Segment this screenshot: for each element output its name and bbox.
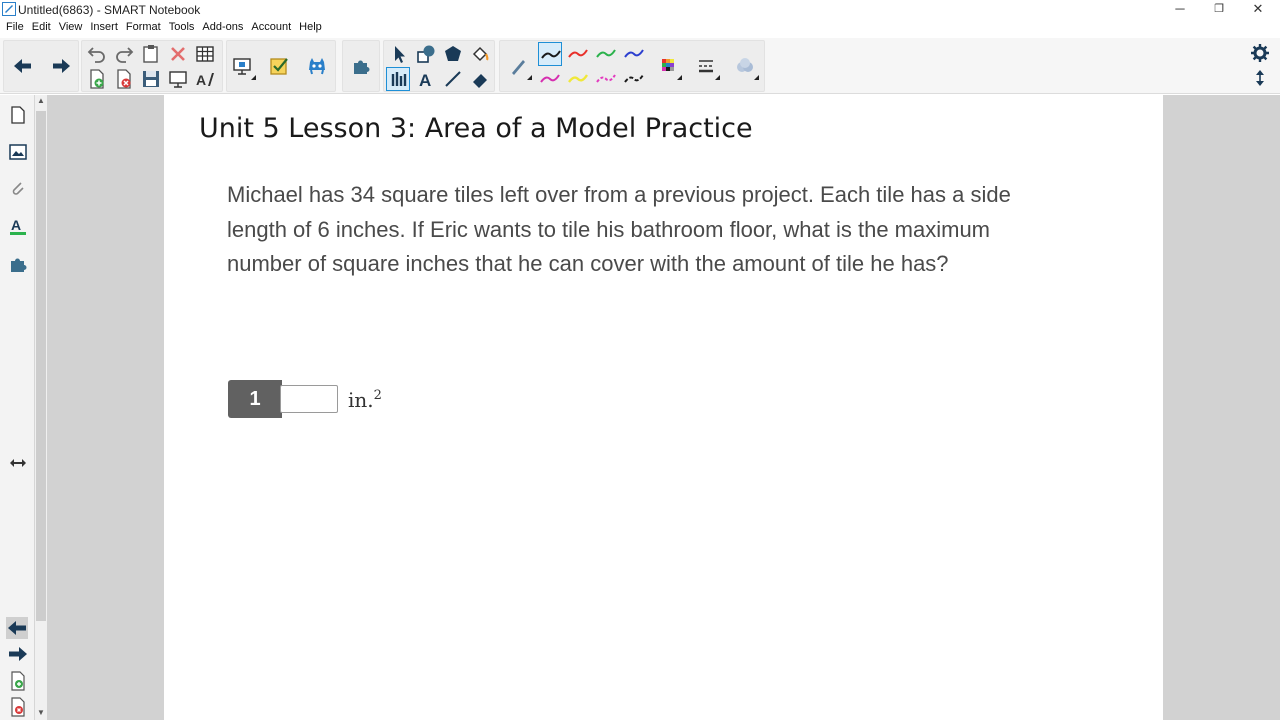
answer-unit: in.2 xyxy=(348,388,382,412)
add-page-icon[interactable] xyxy=(7,670,29,692)
properties-icon[interactable]: A xyxy=(7,215,29,237)
settings-gear-icon[interactable] xyxy=(1248,41,1272,65)
window-title: Untitled(6863) - SMART Notebook xyxy=(18,3,201,17)
shapes-icon[interactable] xyxy=(414,42,438,66)
menu-edit[interactable]: Edit xyxy=(28,19,55,38)
previous-page-icon[interactable] xyxy=(6,617,28,639)
pen-black-dashed[interactable] xyxy=(622,67,646,91)
menu-tools[interactable]: Tools xyxy=(165,19,199,38)
fill-effects-icon[interactable] xyxy=(733,54,759,80)
workspace: Unit 5 Lesson 3: Area of a Model Practic… xyxy=(47,95,1280,720)
scroll-up-icon[interactable]: ▲ xyxy=(35,95,47,107)
pen-properties-group xyxy=(499,40,765,92)
answer-number-badge: 1 xyxy=(228,380,282,418)
monster-icon[interactable] xyxy=(305,54,329,78)
svg-text:A: A xyxy=(419,71,431,90)
toolbar-move-icon[interactable] xyxy=(1248,66,1272,90)
screen-shade-icon[interactable] xyxy=(166,67,190,91)
vertical-scrollbar[interactable]: ▲ ▼ xyxy=(35,95,47,720)
next-page-icon[interactable] xyxy=(7,643,29,665)
regular-polygon-icon[interactable] xyxy=(441,42,465,66)
pen-red[interactable] xyxy=(566,42,590,66)
svg-text:A: A xyxy=(196,72,206,88)
lines-icon[interactable] xyxy=(441,67,465,91)
undo-icon[interactable] xyxy=(85,42,109,66)
navigation-group xyxy=(3,40,79,92)
forward-arrow-icon[interactable] xyxy=(49,54,73,78)
delete-page-icon[interactable] xyxy=(112,67,136,91)
document-camera-icon[interactable] xyxy=(230,54,256,80)
tools-group: A xyxy=(383,40,495,92)
menu-add-ons[interactable]: Add-ons xyxy=(198,19,247,38)
close-button[interactable]: ✕ xyxy=(1243,1,1273,17)
text-tools-icon[interactable]: A xyxy=(193,67,217,91)
menu-account[interactable]: Account xyxy=(247,19,295,38)
notebook-page[interactable]: Unit 5 Lesson 3: Area of a Model Practic… xyxy=(164,95,1163,720)
side-tab-bar: A xyxy=(0,95,35,720)
fill-icon[interactable] xyxy=(468,42,492,66)
menu-file[interactable]: File xyxy=(2,19,28,38)
delete-icon[interactable] xyxy=(166,42,190,66)
scroll-down-icon[interactable]: ▼ xyxy=(35,707,47,719)
unit-text: in. xyxy=(348,388,374,412)
add-ons-group xyxy=(342,40,380,92)
add-ons-icon[interactable] xyxy=(7,253,29,275)
insert-group xyxy=(226,40,336,92)
pen-pink-dashed[interactable] xyxy=(594,67,618,91)
title-bar: Untitled(6863) - SMART Notebook ─ ❐ ✕ xyxy=(0,0,1280,19)
response-icon[interactable] xyxy=(267,54,291,78)
restore-button[interactable]: ❐ xyxy=(1204,1,1234,17)
unit-exponent: 2 xyxy=(373,388,382,403)
answer-input[interactable] xyxy=(280,385,338,413)
delete-page-icon[interactable] xyxy=(7,696,29,718)
eraser-icon[interactable] xyxy=(468,67,492,91)
color-grid-icon[interactable] xyxy=(656,54,682,80)
gallery-icon[interactable] xyxy=(7,141,29,163)
menu-format[interactable]: Format xyxy=(122,19,165,38)
attachments-icon[interactable] xyxy=(7,178,29,200)
menu-help[interactable]: Help xyxy=(295,19,326,38)
menu-insert[interactable]: Insert xyxy=(86,19,122,38)
add-page-icon[interactable] xyxy=(85,67,109,91)
menu-view[interactable]: View xyxy=(55,19,87,38)
scrollbar-thumb[interactable] xyxy=(36,111,46,621)
resize-arrows-icon[interactable] xyxy=(7,452,29,474)
question-text[interactable]: Michael has 34 square tiles left over fr… xyxy=(227,178,1067,282)
smart-notebook-app-icon xyxy=(2,2,16,16)
table-icon[interactable] xyxy=(193,42,217,66)
minimize-button[interactable]: ─ xyxy=(1165,1,1195,17)
edit-group: A xyxy=(81,40,223,92)
page-sorter-icon[interactable] xyxy=(7,104,29,126)
magic-pen-icon[interactable] xyxy=(506,54,532,80)
select-pointer-icon[interactable] xyxy=(387,42,411,66)
line-style-icon[interactable] xyxy=(694,54,720,80)
pen-green[interactable] xyxy=(594,42,618,66)
redo-icon[interactable] xyxy=(112,42,136,66)
svg-text:A: A xyxy=(11,217,21,233)
menu-bar: File Edit View Insert Format Tools Add-o… xyxy=(0,19,1280,38)
smart-notebook-window: Untitled(6863) - SMART Notebook ─ ❐ ✕ Fi… xyxy=(0,0,1280,720)
page-title[interactable]: Unit 5 Lesson 3: Area of a Model Practic… xyxy=(199,113,753,144)
pen-magenta[interactable] xyxy=(538,67,562,91)
text-icon[interactable]: A xyxy=(414,67,438,91)
pen-black[interactable] xyxy=(538,42,562,66)
add-ons-puzzle-icon[interactable] xyxy=(349,54,373,78)
paste-icon[interactable] xyxy=(139,42,163,66)
save-icon[interactable] xyxy=(139,67,163,91)
main-toolbar: A A xyxy=(0,38,1280,94)
back-arrow-icon[interactable] xyxy=(11,54,35,78)
pens-icon[interactable] xyxy=(386,67,410,91)
pen-blue[interactable] xyxy=(622,42,646,66)
pen-yellow[interactable] xyxy=(566,67,590,91)
